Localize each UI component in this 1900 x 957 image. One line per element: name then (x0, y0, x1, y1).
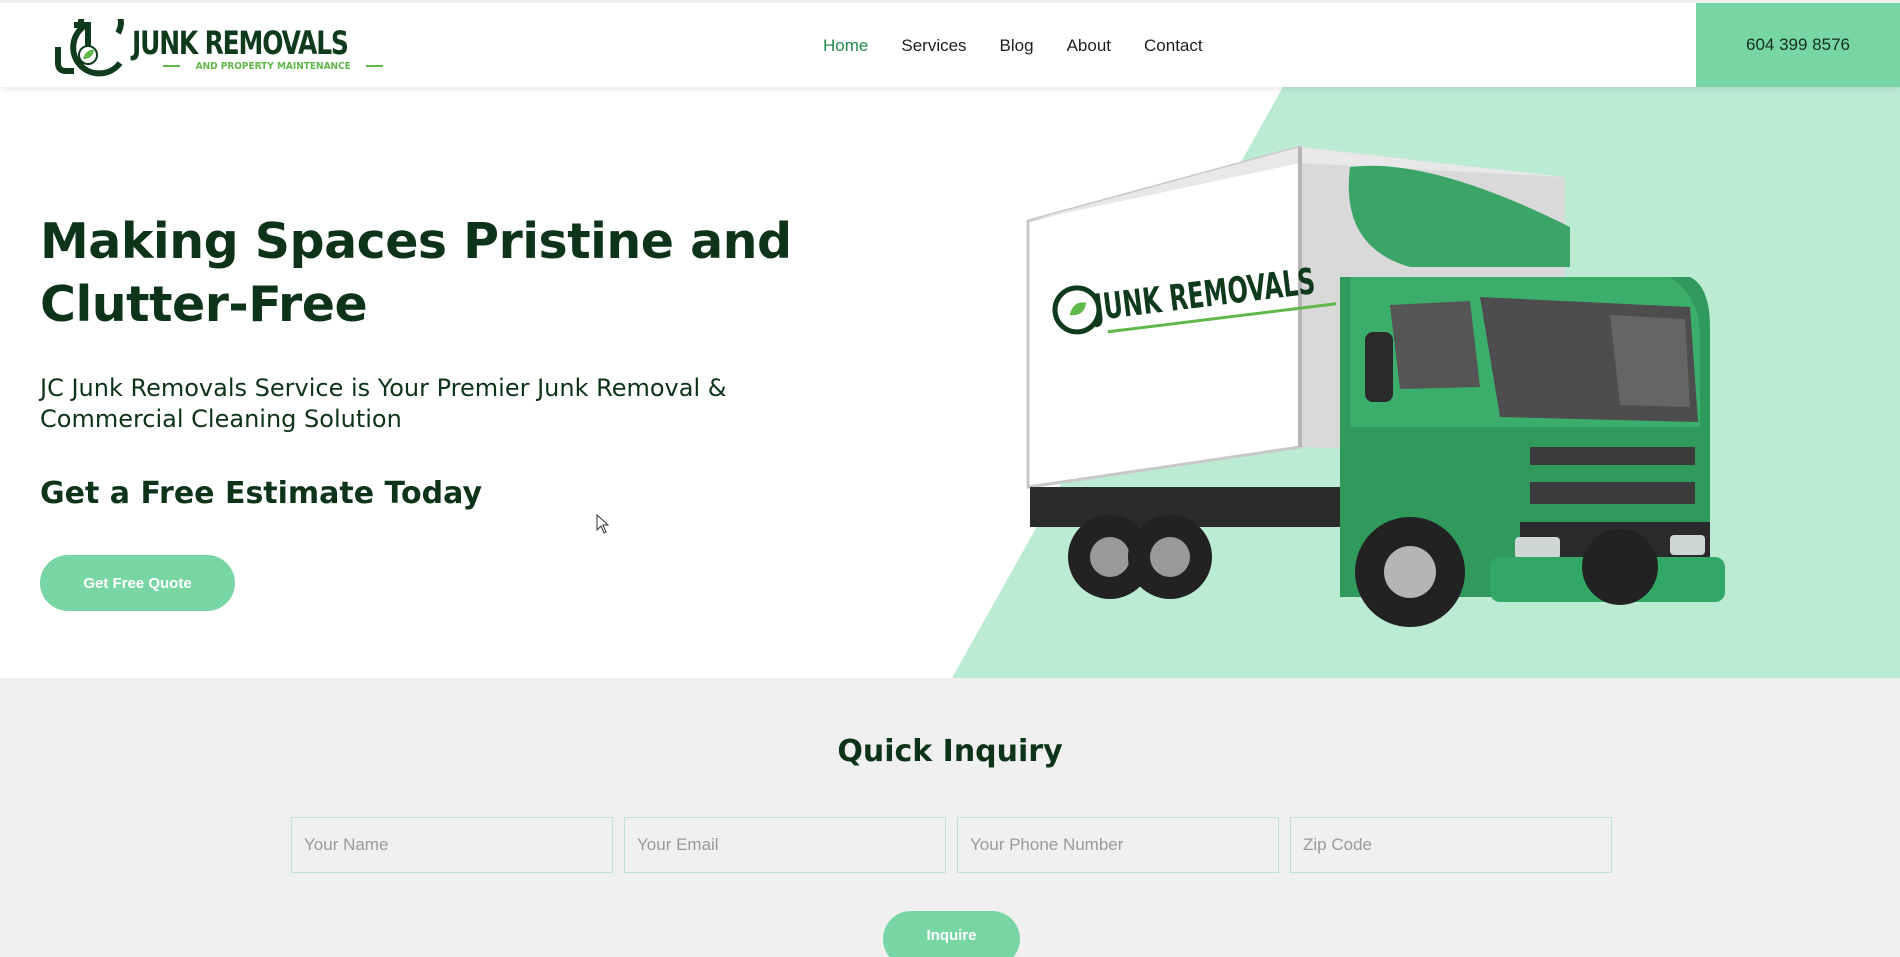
main-nav: Home Services Blog About Contact (823, 36, 1236, 56)
name-input[interactable] (291, 817, 613, 873)
inquiry-form (291, 817, 1623, 873)
site-logo[interactable]: JUNK REMOVALS AND PROPERTY MAINTENANCE (48, 18, 383, 78)
logo-tagline: AND PROPERTY MAINTENANCE (195, 60, 351, 72)
zip-code-input[interactable] (1290, 817, 1612, 873)
inquire-button[interactable]: Inquire (883, 911, 1020, 957)
mouse-cursor-icon (596, 514, 610, 534)
hero-section: Making Spaces Pristine and Clutter-Free … (0, 87, 1900, 678)
hero-title: Making Spaces Pristine and Clutter-Free (40, 210, 840, 336)
hero-subtitle: JC Junk Removals Service is Your Premier… (40, 373, 840, 435)
logo-title: JUNK REMOVALS (132, 23, 349, 62)
phone-input[interactable] (957, 817, 1279, 873)
hero-subtitle-line: JC Junk Removals Service is Your Premier… (40, 374, 727, 402)
phone-button[interactable]: 604 399 8576 (1696, 3, 1900, 87)
truck-image: JUNK REMOVALS (1026, 145, 1725, 627)
inquiry-title: Quick Inquiry (837, 734, 1063, 769)
nav-about[interactable]: About (1067, 36, 1111, 56)
hero-title-line: Clutter-Free (40, 276, 368, 333)
nav-contact[interactable]: Contact (1144, 36, 1203, 56)
hero-title-line: Making Spaces Pristine and (40, 213, 792, 270)
nav-blog[interactable]: Blog (1000, 36, 1034, 56)
estimate-heading: Get a Free Estimate Today (40, 476, 483, 511)
jc-monogram-icon (55, 19, 124, 77)
email-input[interactable] (624, 817, 946, 873)
nav-home[interactable]: Home (823, 36, 868, 56)
logo-divider (163, 65, 180, 67)
site-header: JUNK REMOVALS AND PROPERTY MAINTENANCE H… (0, 0, 1900, 87)
quick-inquiry-section: Quick Inquiry Inquire (0, 678, 1900, 957)
hero-subtitle-line: Commercial Cleaning Solution (40, 405, 402, 433)
nav-services[interactable]: Services (901, 36, 966, 56)
get-free-quote-button[interactable]: Get Free Quote (40, 555, 235, 611)
logo-divider (366, 65, 383, 67)
